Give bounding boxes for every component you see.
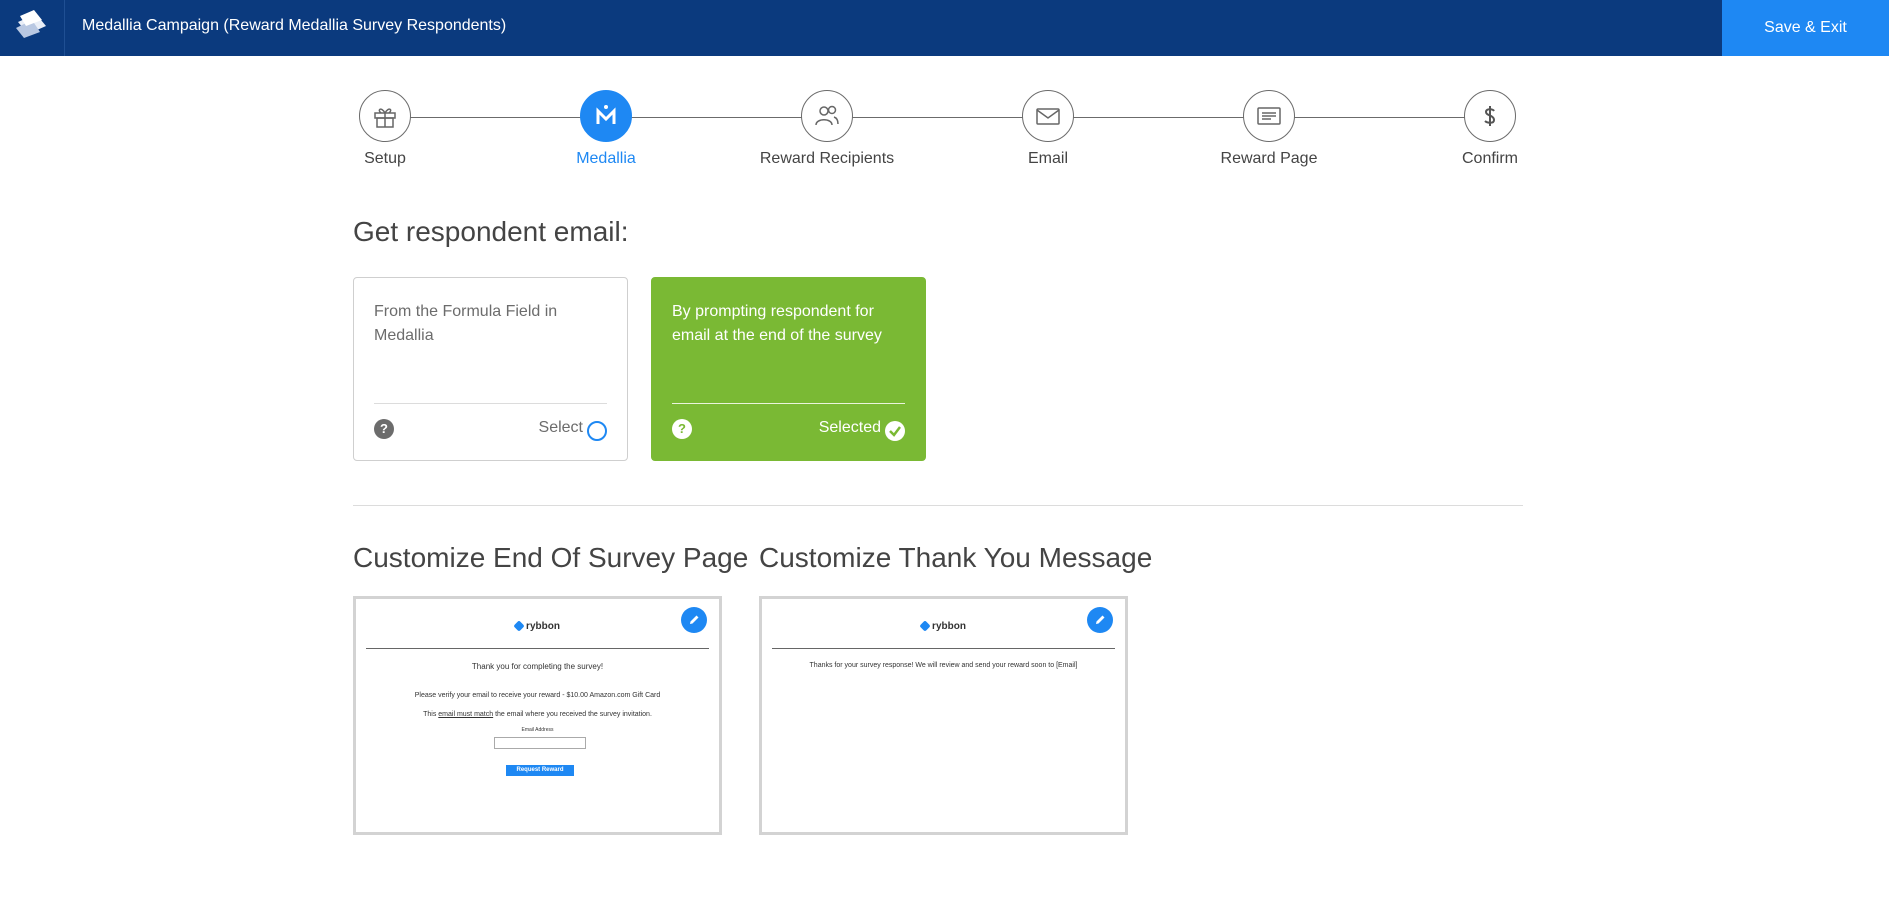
step-email[interactable]: Email — [968, 90, 1128, 168]
step-label: Email — [1027, 150, 1068, 167]
step-circle — [801, 90, 853, 142]
save-exit-button[interactable]: Save & Exit — [1722, 0, 1889, 56]
step-label: Reward Recipients — [759, 150, 895, 167]
option-prompt-respondent[interactable]: By prompting respondent for email at the… — [651, 277, 926, 461]
step-label: Medallia — [576, 150, 636, 167]
step-label: Reward Page — [1220, 150, 1318, 167]
edit-pencil-icon[interactable] — [1087, 607, 1113, 633]
step-circle — [1464, 90, 1516, 142]
step-label: Setup — [364, 150, 406, 167]
preview-thank-you-text: Thanks for your survey response! We will… — [809, 662, 1078, 669]
end-of-survey-preview[interactable]: rybbon Thank you for completing the surv… — [353, 596, 722, 835]
brand-logo: rybbon — [356, 620, 719, 633]
preview-email-input — [494, 737, 586, 749]
campaign-title: Medallia Campaign (Reward Medallia Surve… — [82, 17, 507, 34]
brand-logo: rybbon — [762, 620, 1125, 633]
campaign-stepper: Setup Medallia Reward Recipients Email R… — [355, 90, 1539, 180]
preview-match-text: This email must match the email where yo… — [423, 711, 652, 718]
brand-name: rybbon — [526, 621, 560, 632]
brand-name: rybbon — [932, 621, 966, 632]
preview-divider — [366, 648, 709, 649]
rybbon-logo-icon — [16, 10, 46, 38]
preview-email-label: Email Address — [521, 727, 554, 733]
dollar-icon — [1484, 106, 1496, 126]
radio-unselected-icon[interactable] — [587, 421, 607, 441]
selected-label: Selected — [818, 419, 881, 436]
thank-you-preview[interactable]: rybbon Thanks for your survey response! … — [759, 596, 1128, 835]
step-reward-recipients[interactable]: Reward Recipients — [747, 90, 907, 168]
help-icon[interactable]: ? — [672, 419, 692, 439]
thank-you-heading: Customize Thank You Message — [759, 542, 1153, 573]
edit-pencil-icon[interactable] — [681, 607, 707, 633]
section-divider — [353, 505, 1523, 506]
card-divider — [672, 403, 905, 404]
end-of-survey-heading: Customize End Of Survey Page — [353, 542, 749, 573]
step-confirm[interactable]: Confirm — [1410, 90, 1570, 168]
step-medallia[interactable]: Medallia — [526, 90, 686, 168]
step-label: Confirm — [1461, 150, 1518, 167]
preview-verify-text: Please verify your email to receive your… — [414, 692, 661, 699]
rybbon-mark-icon — [513, 620, 525, 633]
step-circle — [359, 90, 411, 142]
step-circle — [580, 90, 632, 142]
option-text: From the Formula Field in Medallia — [374, 303, 558, 344]
card-divider — [374, 403, 607, 404]
option-text: By prompting respondent for email at the… — [672, 303, 882, 344]
step-reward-page[interactable]: Reward Page — [1189, 90, 1349, 168]
step-circle — [1022, 90, 1074, 142]
page-icon — [1257, 107, 1281, 125]
select-label: Select — [538, 419, 583, 436]
envelope-icon — [1036, 108, 1060, 125]
users-icon — [815, 105, 839, 126]
step-circle — [1243, 90, 1295, 142]
preview-divider — [772, 648, 1115, 649]
respondent-email-heading: Get respondent email: — [353, 216, 629, 247]
step-setup[interactable]: Setup — [305, 90, 465, 168]
option-formula-field[interactable]: From the Formula Field in Medallia ? Sel… — [353, 277, 628, 461]
checkmark-icon[interactable] — [885, 421, 905, 441]
rybbon-mark-icon — [919, 620, 931, 633]
top-header: Medallia Campaign (Reward Medallia Surve… — [0, 0, 1889, 56]
preview-thanks-text: Thank you for completing the survey! — [471, 662, 604, 671]
medallia-icon — [596, 105, 616, 124]
logo-container[interactable] — [0, 0, 65, 56]
help-icon[interactable]: ? — [374, 419, 394, 439]
preview-request-reward-button: Request Reward — [506, 765, 574, 776]
gift-icon — [374, 108, 396, 128]
